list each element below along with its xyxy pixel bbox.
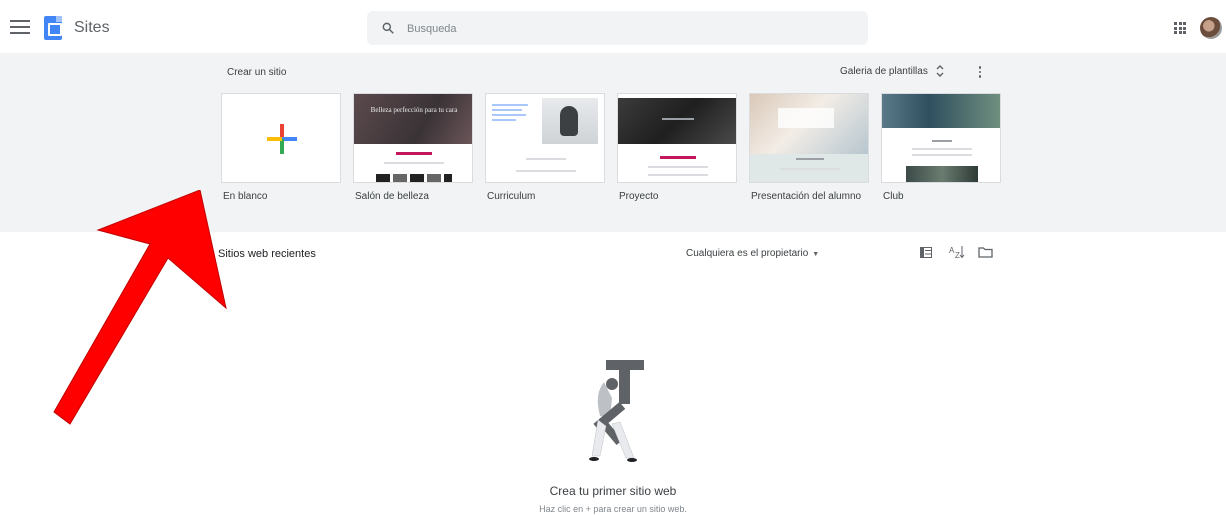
sites-logo-icon[interactable] [44,16,62,40]
thumbnail-photo [542,98,598,144]
thumbnail-text-line [492,109,522,111]
thumbnail-text-line [492,119,516,121]
template-label: Club [883,191,904,202]
avatar[interactable] [1200,17,1222,39]
template-thumbnail[interactable] [221,93,341,183]
owner-filter-dropdown[interactable]: Cualquiera es el propietario ▼ [686,248,819,259]
thumbnail-accent [396,152,432,155]
owner-filter-label: Cualquiera es el propietario [686,248,809,259]
thumbnail-text-line [648,174,708,176]
folder-icon[interactable] [978,246,993,258]
template-card-curriculum[interactable]: Curriculum [485,93,605,202]
thumbnail-text-line [492,114,526,116]
thumbnail-text-line [796,158,824,160]
thumbnail-text-line [780,168,840,170]
template-gallery-toggle[interactable]: Galeria de plantillas [840,65,944,77]
app-title: Sites [74,19,110,36]
template-label: Curriculum [487,191,536,202]
template-gallery-toggle-label: Galeria de plantillas [840,65,928,77]
list-view-icon[interactable] [920,247,932,258]
thumbnail-text-line [516,170,576,172]
template-label: En blanco [223,191,268,202]
search-icon[interactable] [381,21,395,35]
thumbnail-text-line [912,154,972,156]
top-bar: Sites [0,0,1226,58]
template-thumbnail[interactable] [485,93,605,183]
template-card-blank[interactable]: En blanco [221,93,341,202]
empty-state-subtitle: Haz clic en + para crear un sitio web. [539,504,687,514]
template-label: Salón de belleza [355,191,429,202]
search-input[interactable] [407,20,847,38]
empty-state-title: Crea tu primer sitio web [549,484,677,498]
caret-down-icon: ▼ [812,251,820,258]
template-card-salon[interactable]: Belleza perfección para tu cara Salón de… [353,93,473,202]
thumbnail-photo [906,166,978,182]
template-label: Proyecto [619,191,659,202]
thumbnail-banner [750,94,868,154]
template-thumbnail[interactable] [617,93,737,183]
template-gallery: Crear un sitio Galeria de plantillas En … [0,53,1226,232]
apps-grid-icon[interactable] [1174,22,1186,34]
search-bar[interactable] [367,11,868,45]
thumbnail-banner [882,94,1000,128]
gallery-title: Crear un sitio [227,67,287,78]
recent-sites-title: Sitios web recientes [218,248,316,260]
plus-icon [267,124,297,154]
empty-state-illustration [589,360,644,462]
template-label: Presentación del alumno [751,191,862,202]
thumbnail-text-line [492,104,528,106]
thumbnail-text-line [648,166,708,168]
template-thumbnail[interactable] [881,93,1001,183]
menu-icon[interactable] [10,20,30,36]
template-card-student[interactable]: Presentación del alumno [749,93,869,202]
template-thumbnail[interactable] [749,93,869,183]
sort-az-icon[interactable]: A Z [949,245,965,259]
thumbnail-accent [660,156,696,159]
thumbnail-text-line [912,148,972,150]
more-vert-icon[interactable] [974,65,986,79]
thumbnail-banner [618,98,736,144]
thumbnail-text-line [932,140,952,142]
thumbnail-title: Belleza perfección para tu cara [370,106,458,114]
template-thumbnail[interactable]: Belleza perfección para tu cara [353,93,473,183]
thumbnail-photos [376,174,452,182]
template-card-project[interactable]: Proyecto [617,93,737,202]
template-card-club[interactable]: Club [881,93,1001,202]
thumbnail-text-line [384,162,444,164]
unfold-icon [936,65,944,77]
thumbnail-text-line [526,158,566,160]
thumbnail-text-line [662,118,694,120]
svg-text:Z: Z [955,251,960,259]
